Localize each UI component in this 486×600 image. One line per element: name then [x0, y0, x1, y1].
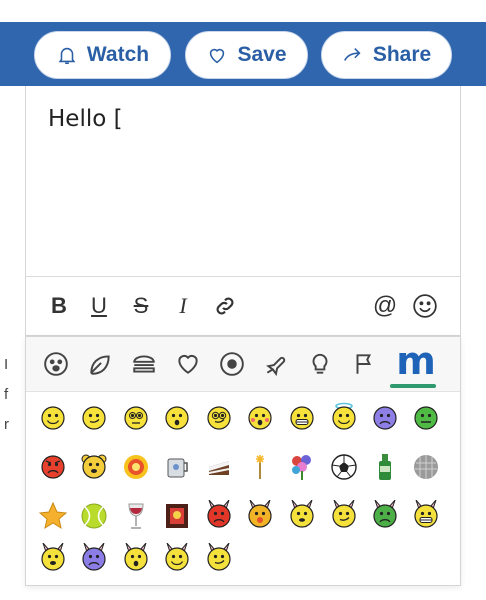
share-arrow-icon [343, 48, 361, 61]
bold-button[interactable]: B [44, 291, 74, 321]
emoji-disco-ball[interactable] [410, 451, 442, 483]
emoji-green-sick[interactable] [410, 402, 442, 434]
emoji-yellow-nerd[interactable] [203, 402, 235, 434]
category-heart-icon[interactable] [174, 350, 202, 378]
bell-icon [58, 47, 76, 65]
emoji-yellow-surprised[interactable] [161, 402, 193, 434]
emoji-red-angry[interactable] [37, 451, 69, 483]
action-bar: Watch Save Share [0, 0, 486, 86]
emoji-purple-sad[interactable] [369, 402, 401, 434]
emoji-wine-glass[interactable] [120, 500, 152, 532]
emoji-yellow-blush[interactable] [244, 402, 276, 434]
emoji-cake[interactable] [203, 451, 235, 483]
italic-button[interactable]: I [168, 291, 198, 321]
emoji-bunny-green[interactable] [369, 499, 401, 532]
emoji-bunny-orange[interactable] [244, 499, 276, 532]
category-custom-m[interactable]: m [394, 339, 438, 385]
emoji-picker: m [25, 336, 461, 586]
editor-content[interactable]: Hello [ [48, 106, 123, 132]
emoji-bunny-yellow-2[interactable] [37, 542, 69, 575]
category-nature-icon[interactable] [86, 350, 114, 378]
emoji-button[interactable] [410, 291, 440, 321]
emoji-yellow-grin[interactable] [286, 402, 318, 434]
emoji-bottle[interactable] [369, 451, 401, 483]
emoji-mug[interactable] [161, 451, 193, 483]
emoji-flower-face[interactable] [120, 451, 152, 483]
emoji-flowers[interactable] [286, 451, 318, 483]
emoji-bear[interactable] [78, 451, 110, 483]
strikethrough-button[interactable]: S [126, 291, 156, 321]
emoji-bunny-yellow[interactable] [286, 499, 318, 532]
category-food-icon[interactable] [130, 350, 158, 378]
obscured-text: I [4, 356, 9, 373]
smiley-icon [413, 294, 437, 318]
emoji-bunny-smile[interactable] [161, 542, 193, 575]
emoji-bunny-smirk[interactable] [203, 542, 235, 575]
emoji-yellow-angel[interactable] [328, 402, 360, 434]
mention-button[interactable]: @ [370, 291, 400, 321]
active-category-indicator [390, 384, 436, 388]
emoji-category-bar: m [26, 337, 460, 392]
watch-button[interactable]: Watch [34, 31, 171, 79]
emoji-bunny-grin[interactable] [410, 499, 442, 532]
link-icon[interactable] [210, 291, 240, 321]
underline-button[interactable]: U [84, 291, 114, 321]
emoji-yellow-smirk[interactable] [78, 402, 110, 434]
category-smileys-icon[interactable] [42, 350, 70, 378]
emoji-picture-frame[interactable] [161, 500, 193, 532]
emoji-bunny-red[interactable] [203, 499, 235, 532]
emoji-bunny-purple[interactable] [78, 542, 110, 575]
save-button[interactable]: Save [185, 31, 308, 79]
emoji-bunny-nerd[interactable] [328, 499, 360, 532]
obscured-text: f [4, 386, 9, 403]
emoji-yellow-eyeroll[interactable] [120, 402, 152, 434]
heart-icon [210, 48, 225, 64]
emoji-yellow-smile[interactable] [37, 402, 69, 434]
emoji-star[interactable] [37, 500, 69, 532]
category-objects-icon[interactable] [306, 350, 334, 378]
watch-label: Watch [86, 43, 150, 66]
comment-editor[interactable]: Hello [ B U S I @ [25, 86, 461, 336]
emoji-tennis-ball[interactable] [78, 500, 110, 532]
emoji-sparkler[interactable] [244, 451, 276, 483]
obscured-text: r [4, 416, 9, 433]
share-label: Share [372, 43, 432, 66]
category-activity-icon[interactable] [218, 350, 246, 378]
save-label: Save [237, 43, 287, 66]
category-flags-icon[interactable] [350, 350, 378, 378]
emoji-soccer[interactable] [328, 451, 360, 483]
emoji-bunny-surprised[interactable] [120, 542, 152, 575]
formatting-toolbar: B U S I @ [26, 276, 460, 335]
category-travel-icon[interactable] [262, 350, 290, 378]
share-button[interactable]: Share [321, 31, 452, 79]
